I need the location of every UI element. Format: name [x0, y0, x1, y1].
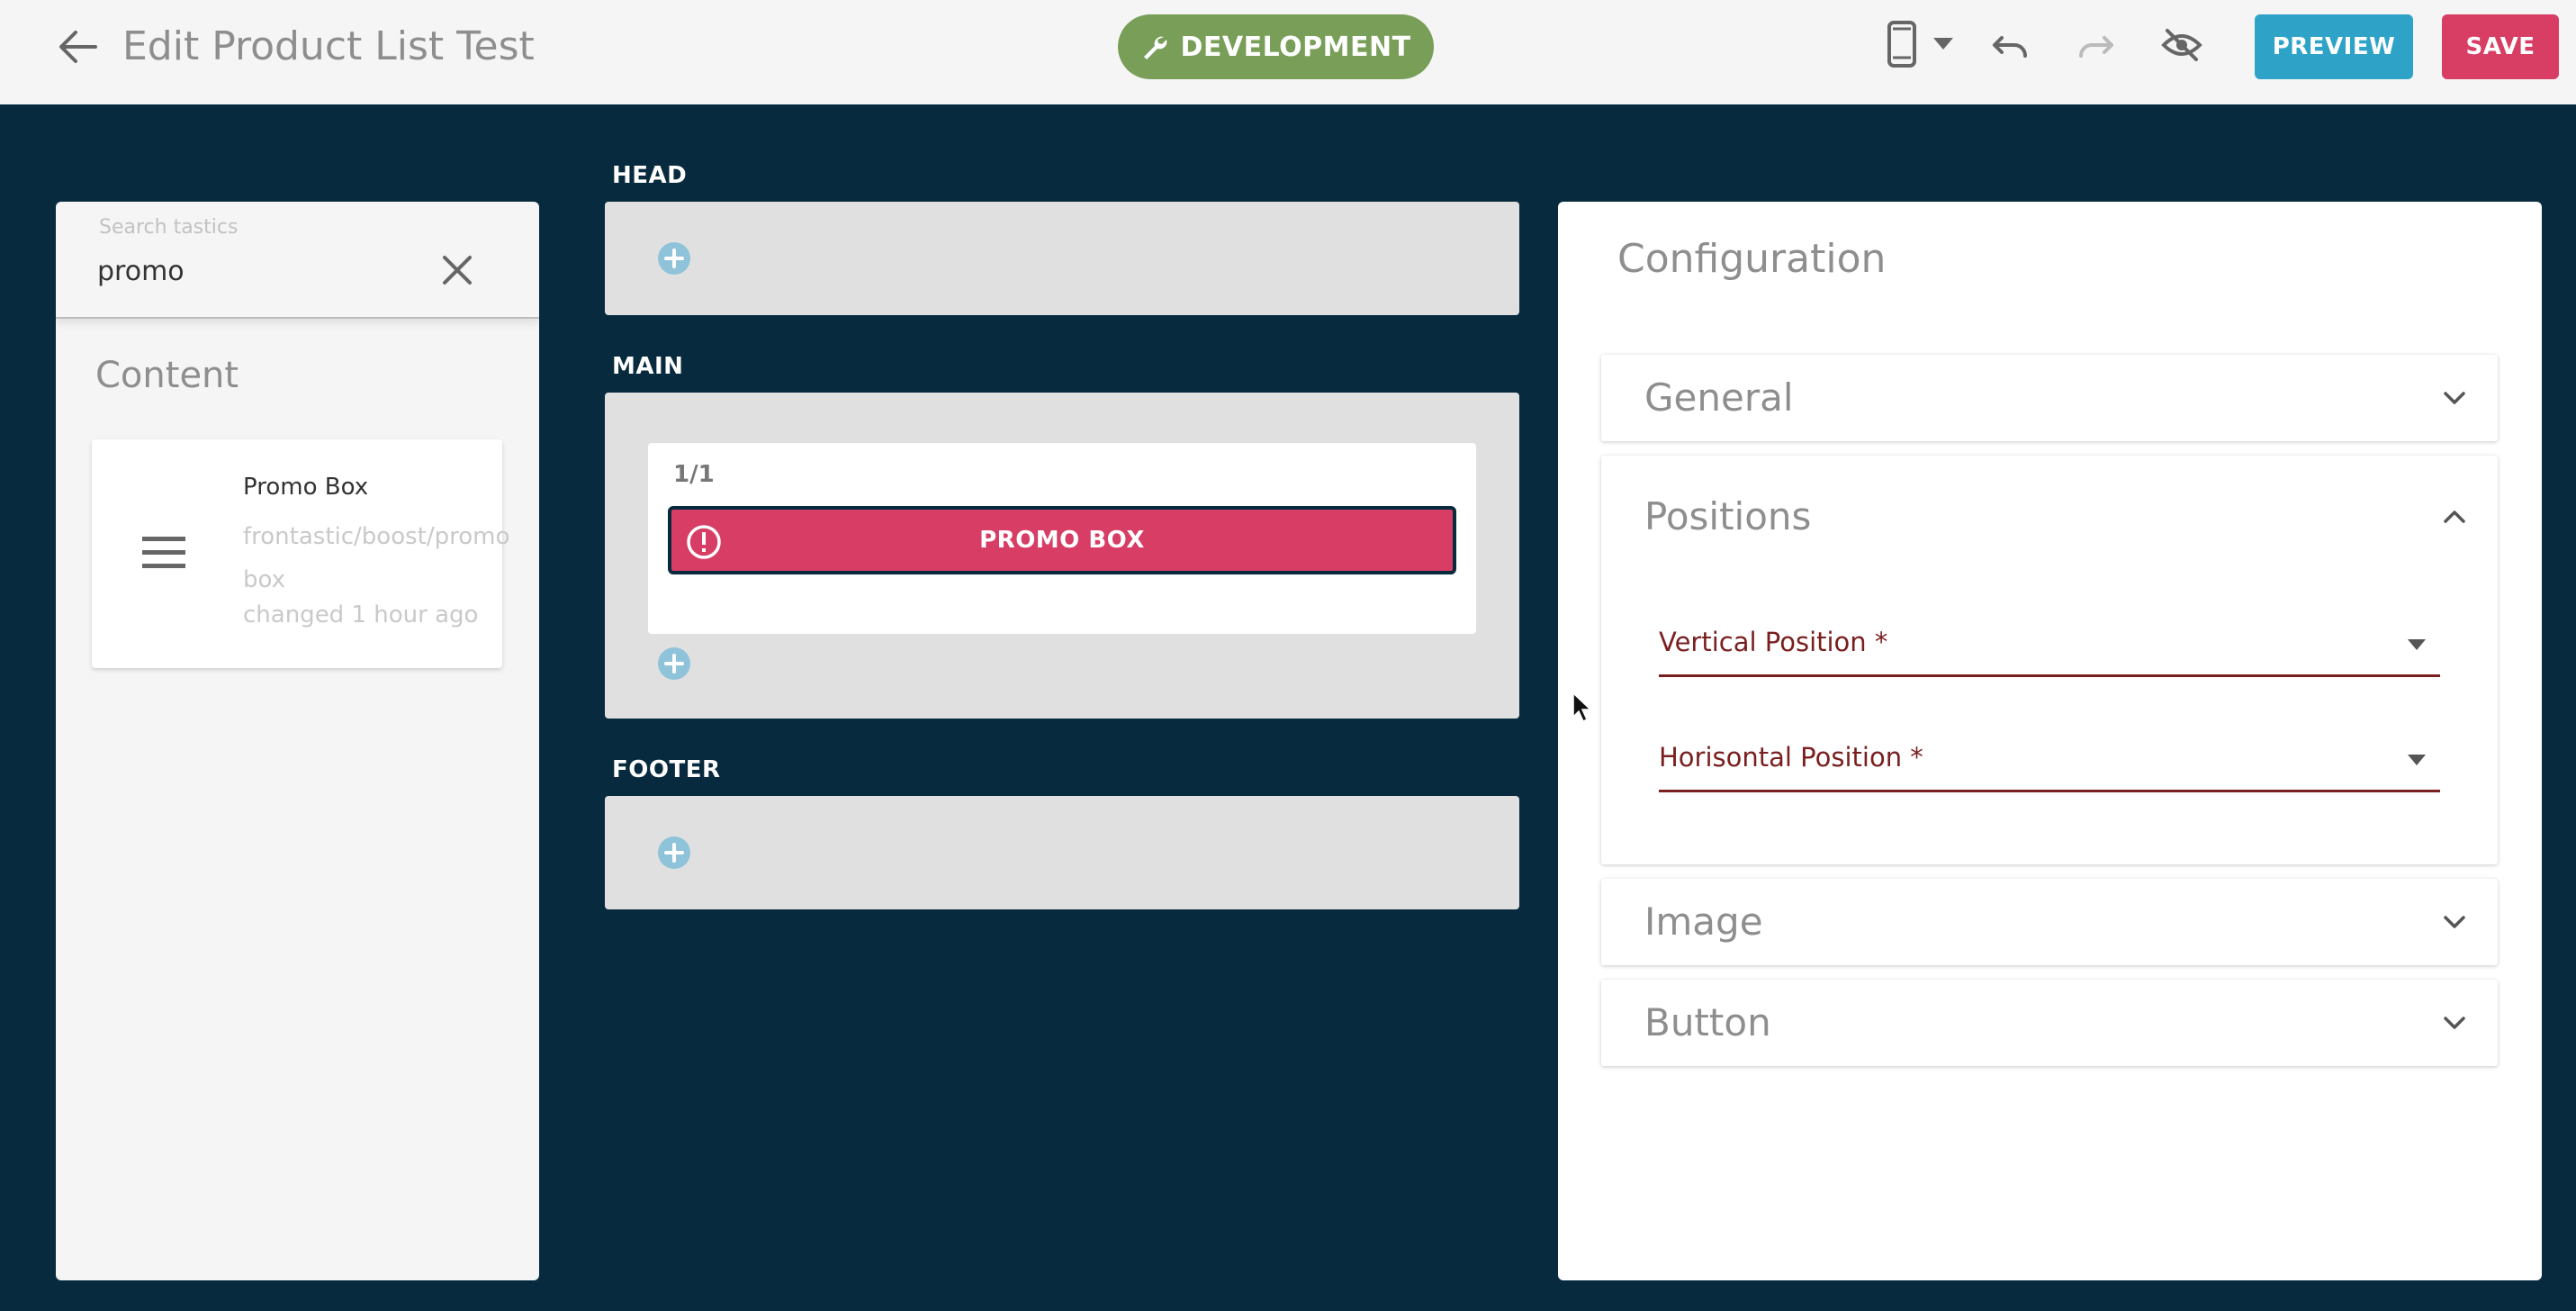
- horisontal-position-select[interactable]: Horisontal Position *: [1659, 737, 2440, 792]
- wrench-icon: [1144, 36, 1167, 59]
- mouse-cursor-icon: [1572, 692, 1592, 723]
- promo-box-label: PROMO BOX: [979, 527, 1145, 554]
- undo-icon[interactable]: [1991, 31, 2031, 61]
- add-circle-icon[interactable]: [657, 836, 691, 870]
- tastic-sidebar: Search tastics Content Promo Box frontas…: [56, 202, 539, 1280]
- accordion-title: General: [1644, 375, 1794, 420]
- page-title: Edit Product List Test: [122, 23, 535, 69]
- tastic-name: Promo Box: [243, 474, 369, 501]
- accordion-title: Positions: [1644, 494, 1812, 538]
- select-label: Vertical Position *: [1659, 627, 1888, 657]
- layout-cell[interactable]: 1/1 PROMO BOX: [648, 443, 1476, 634]
- accordion-header-general[interactable]: General: [1601, 355, 2498, 441]
- accordion-header-image[interactable]: Image: [1601, 879, 2498, 965]
- search-label: Search tastics: [99, 216, 239, 239]
- accordion-header-button[interactable]: Button: [1601, 980, 2498, 1066]
- top-bar: Edit Product List Test DEVELOPMENT PREVI…: [0, 0, 2576, 104]
- chevron-down-icon: [2444, 916, 2465, 928]
- add-circle-icon[interactable]: [657, 646, 691, 681]
- chevron-down-icon[interactable]: [1933, 38, 1953, 50]
- chevron-up-icon: [2444, 511, 2465, 523]
- arrow-left-icon[interactable]: [56, 27, 99, 67]
- configuration-title: Configuration: [1617, 236, 1887, 282]
- tastic-path: frontastic/boost/promo box: [243, 523, 510, 593]
- region-label-head: HEAD: [612, 162, 688, 189]
- preview-button[interactable]: PREVIEW: [2255, 14, 2413, 79]
- dropdown-arrow-icon: [2408, 755, 2426, 765]
- content-section-title: Content: [95, 355, 239, 396]
- region-head: [605, 202, 1519, 315]
- accordion-title: Image: [1644, 900, 1763, 944]
- promo-box-tastic[interactable]: PROMO BOX: [668, 506, 1456, 574]
- region-label-main: MAIN: [612, 353, 684, 380]
- tastic-changed: changed 1 hour ago: [243, 601, 479, 628]
- save-button[interactable]: SAVE: [2442, 14, 2559, 79]
- redo-icon[interactable]: [2076, 31, 2115, 61]
- add-circle-icon[interactable]: [657, 241, 691, 276]
- environment-badge[interactable]: DEVELOPMENT: [1118, 14, 1434, 79]
- accordion-title: Button: [1644, 1000, 1771, 1044]
- accordion-positions: Positions Vertical Position * Horisontal…: [1601, 456, 2498, 864]
- accordion-header-positions[interactable]: Positions: [1601, 456, 2498, 542]
- cell-size-label: 1/1: [673, 461, 715, 488]
- accordion-image: Image: [1601, 879, 2498, 965]
- smartphone-icon[interactable]: [1887, 20, 1917, 68]
- search-input[interactable]: [97, 249, 457, 294]
- drag-handle-icon[interactable]: [139, 533, 189, 573]
- tastic-card-promo-box[interactable]: Promo Box frontastic/boost/promo box cha…: [92, 439, 510, 668]
- environment-label: DEVELOPMENT: [1180, 31, 1411, 63]
- dropdown-arrow-icon: [2408, 639, 2426, 650]
- accordion-general: General: [1601, 355, 2498, 441]
- configuration-panel: Configuration General Positions Vertical…: [1558, 202, 2542, 1280]
- chevron-down-icon: [2444, 1017, 2465, 1029]
- close-icon[interactable]: [441, 254, 473, 286]
- visibility-off-icon[interactable]: [2160, 27, 2203, 63]
- region-footer: [605, 796, 1519, 909]
- vertical-position-select[interactable]: Vertical Position *: [1659, 621, 2440, 677]
- accordion-button: Button: [1601, 980, 2498, 1066]
- select-label: Horisontal Position *: [1659, 742, 1923, 773]
- alert-circle-icon: [687, 525, 721, 559]
- region-label-footer: FOOTER: [612, 756, 721, 783]
- chevron-down-icon: [2444, 392, 2465, 404]
